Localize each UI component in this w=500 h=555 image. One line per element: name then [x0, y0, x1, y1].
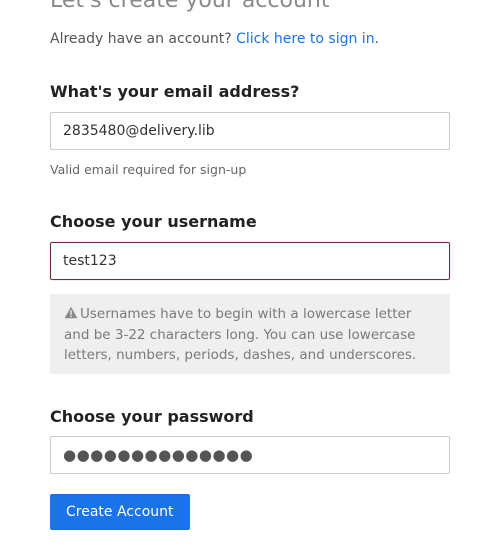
- create-account-button[interactable]: Create Account: [50, 494, 190, 530]
- password-field[interactable]: ●●●●●●●●●●●●●●: [50, 436, 450, 474]
- page-title: Let's create your account: [50, 0, 330, 13]
- signin-trailing-period: .: [374, 31, 380, 47]
- username-requirements-text: Usernames have to begin with a lowercase…: [64, 306, 417, 363]
- username-field[interactable]: [50, 242, 450, 280]
- username-label: Choose your username: [50, 212, 257, 231]
- password-label: Choose your password: [50, 407, 254, 426]
- signin-link[interactable]: Click here to sign in: [236, 31, 374, 47]
- email-help-text: Valid email required for sign-up: [50, 162, 247, 177]
- signin-prompt-text: Already have an account?: [50, 31, 232, 47]
- email-field[interactable]: [50, 112, 450, 150]
- email-label: What's your email address?: [50, 82, 300, 101]
- create-account-page: Let's create your account Already have a…: [0, 0, 500, 555]
- password-masked-value: ●●●●●●●●●●●●●●: [63, 446, 254, 464]
- warning-triangle-icon: [64, 305, 78, 325]
- username-requirements-notice: Usernames have to begin with a lowercase…: [50, 294, 450, 374]
- signin-prompt-line: Already have an account? Click here to s…: [50, 30, 379, 48]
